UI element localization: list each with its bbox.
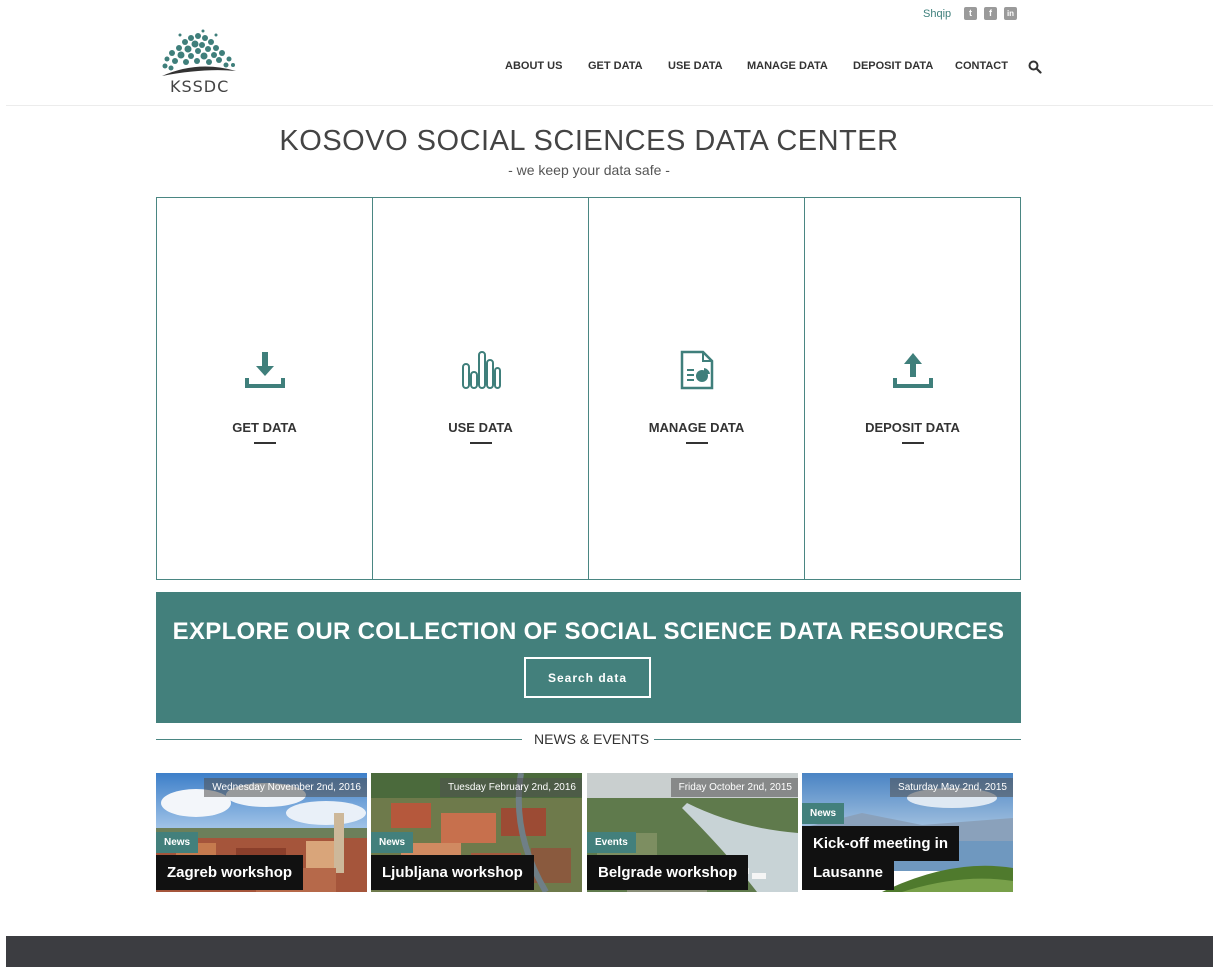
nav-about-us[interactable]: ABOUT US [505, 60, 562, 72]
top-bar: Shqip t f in [0, 6, 1213, 24]
tile-label: USE DATA [448, 420, 513, 435]
news-heading: NEWS & EVENTS [534, 731, 650, 747]
linkedin-icon[interactable]: in [1004, 7, 1017, 20]
news-date: Friday October 2nd, 2015 [670, 778, 798, 797]
document-chart-icon [680, 350, 713, 390]
news-tag[interactable]: News [156, 832, 199, 853]
news-card[interactable]: Wednesday November 2nd, 2016 News Zagreb… [156, 773, 367, 892]
news-date: Wednesday November 2nd, 2016 [204, 778, 367, 797]
site-footer [6, 936, 1213, 967]
news-title[interactable]: Belgrade workshop [587, 855, 749, 890]
nav-contact[interactable]: CONTACT [955, 60, 1008, 72]
site-header: KSSDC ABOUT US GET DATA USE DATA MANAGE … [0, 24, 1213, 105]
upload-icon [892, 353, 933, 388]
tile-underline [469, 442, 492, 444]
header-divider [6, 105, 1213, 106]
tile-underline [685, 442, 708, 444]
logo-text: KSSDC [170, 77, 230, 96]
news-card[interactable]: Tuesday February 2nd, 2016 News Ljubljan… [371, 773, 582, 892]
news-tag[interactable]: Events [587, 832, 636, 853]
search-icon[interactable] [1028, 60, 1042, 74]
divider [654, 739, 1021, 740]
nav-get-data[interactable]: GET DATA [588, 60, 643, 72]
news-date: Saturday May 2nd, 2015 [890, 778, 1013, 797]
news-title[interactable]: Zagreb workshop [156, 855, 304, 890]
explore-title: EXPLORE OUR COLLECTION OF SOCIAL SCIENCE… [172, 618, 1005, 645]
twitter-icon[interactable]: t [964, 7, 977, 20]
divider [156, 739, 522, 740]
facebook-icon[interactable]: f [984, 7, 997, 20]
news-tag[interactable]: News [802, 803, 845, 824]
download-icon [244, 352, 285, 388]
page-subtitle: - we keep your data safe - [508, 162, 670, 178]
service-tiles: GET DATA USE DATA MANAGE DATA DEPOSIT DA… [156, 197, 1021, 580]
nav-manage-data[interactable]: MANAGE DATA [747, 60, 828, 72]
nav-use-data[interactable]: USE DATA [668, 60, 723, 72]
news-title-continued[interactable]: Lausanne [802, 855, 895, 890]
search-data-button[interactable]: Search data [524, 657, 651, 698]
tile-use-data[interactable]: USE DATA [373, 198, 589, 579]
page-title: KOSOVO SOCIAL SCIENCES DATA CENTER [279, 125, 899, 157]
nav-deposit-data[interactable]: DEPOSIT DATA [853, 60, 933, 72]
bar-chart-icon [461, 351, 501, 389]
language-switch-link[interactable]: Shqip [923, 8, 951, 20]
news-card[interactable]: Saturday May 2nd, 2015 News Kick-off mee… [802, 773, 1013, 892]
news-card[interactable]: Friday October 2nd, 2015 Events Belgrade… [587, 773, 798, 892]
tile-underline [253, 442, 276, 444]
news-section-header: NEWS & EVENTS [156, 729, 1021, 749]
logo-tree-icon [162, 29, 236, 76]
explore-banner: EXPLORE OUR COLLECTION OF SOCIAL SCIENCE… [156, 592, 1021, 723]
tile-manage-data[interactable]: MANAGE DATA [589, 198, 805, 579]
news-tag[interactable]: News [371, 832, 414, 853]
news-title[interactable]: Ljubljana workshop [371, 855, 534, 890]
tile-label: DEPOSIT DATA [865, 420, 960, 435]
tile-get-data[interactable]: GET DATA [157, 198, 373, 579]
news-date: Tuesday February 2nd, 2016 [439, 778, 582, 797]
tile-label: GET DATA [232, 420, 297, 435]
tile-underline [901, 442, 924, 444]
tile-deposit-data[interactable]: DEPOSIT DATA [805, 198, 1020, 579]
tile-label: MANAGE DATA [648, 420, 745, 435]
